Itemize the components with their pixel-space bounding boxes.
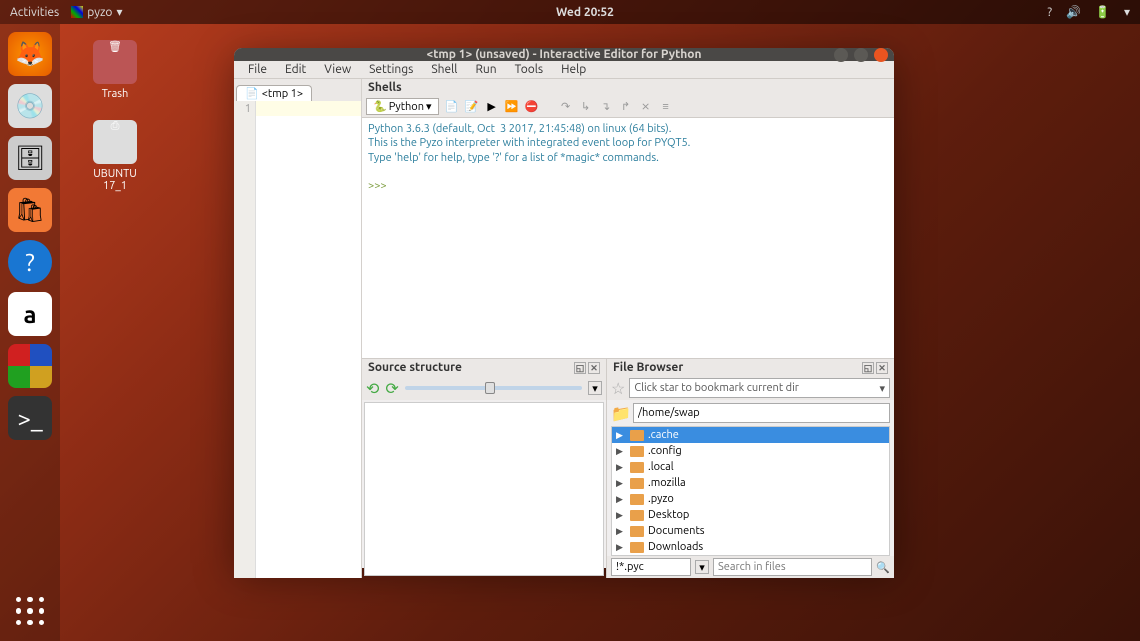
clock[interactable]: Wed 20:52 <box>556 6 614 19</box>
minimize-button[interactable] <box>834 48 848 62</box>
usb-desktop-icon[interactable]: ⎙ UBUNTU 17_1 <box>80 120 150 192</box>
file-item-desktop[interactable]: ▶Desktop <box>612 507 889 523</box>
system-menu-chevron[interactable]: ▾ <box>1124 5 1130 19</box>
bookmark-dropdown[interactable]: Click star to bookmark current dir ▾ <box>629 378 890 398</box>
disks-launcher[interactable]: 💿 <box>8 84 52 128</box>
filter-dropdown-icon[interactable]: ▾ <box>695 560 709 574</box>
file-icon: 📄 <box>245 87 259 100</box>
menu-help[interactable]: Help <box>553 61 594 78</box>
chevron-down-icon: ▾ <box>426 100 432 113</box>
menu-edit[interactable]: Edit <box>277 61 314 78</box>
file-item-mozilla[interactable]: ▶.mozilla <box>612 475 889 491</box>
trash-icon: 🗑 <box>93 40 137 84</box>
panel-detach-icon[interactable]: ◱ <box>862 362 874 374</box>
help-launcher[interactable]: ? <box>8 240 52 284</box>
editor-tab-tmp1[interactable]: 📄 <tmp 1> <box>236 85 312 101</box>
debug-into-icon[interactable]: ↴ <box>599 100 613 114</box>
files-launcher[interactable]: 🗄 <box>8 136 52 180</box>
structure-slider[interactable] <box>405 386 582 390</box>
file-item-local[interactable]: ▶.local <box>612 459 889 475</box>
show-apps-button[interactable] <box>10 591 50 631</box>
pyzo-window: <tmp 1> (unsaved) - Interactive Editor f… <box>234 48 894 568</box>
activities-button[interactable]: Activities <box>10 6 59 19</box>
menubar: File Edit View Settings Shell Run Tools … <box>234 61 894 79</box>
debug-pause-icon[interactable]: ≡ <box>659 100 673 114</box>
pyzo-launcher[interactable] <box>8 344 52 388</box>
debug-stop-icon[interactable]: ⨯ <box>639 100 653 114</box>
file-item-documents[interactable]: ▶Documents <box>612 523 889 539</box>
window-title: <tmp 1> (unsaved) - Interactive Editor f… <box>426 48 701 61</box>
run-icon[interactable]: ▶ <box>485 100 499 114</box>
shells-header: Shells <box>362 79 894 96</box>
shell-toolbar: 🐍 Python ▾ 📄 📝 ▶ ⏩ ⛔ ↷ ↳ ↴ ↱ ⨯ ≡ <box>362 96 894 118</box>
menu-tools[interactable]: Tools <box>507 61 552 78</box>
python-icon: 🐍 <box>373 100 387 113</box>
gnome-topbar: Activities pyzo ▾ Wed 20:52 ? 🔊 🔋 ▾ <box>0 0 1140 24</box>
panel-close-icon[interactable]: ✕ <box>876 362 888 374</box>
usb-icon: ⎙ <box>93 120 137 164</box>
right-pane: Shells 🐍 Python ▾ 📄 📝 ▶ ⏩ ⛔ ↷ ↳ ↴ ↱ ⨯ <box>362 79 894 578</box>
shell-prompt: >>> <box>368 180 387 192</box>
file-tree[interactable]: ▶.cache ▶.config ▶.local ▶.mozilla ▶.pyz… <box>611 426 890 556</box>
file-filter-input[interactable] <box>611 558 691 576</box>
pyzo-icon <box>71 6 83 18</box>
menu-shell[interactable]: Shell <box>423 61 465 78</box>
search-icon[interactable]: 🔍 <box>876 560 890 574</box>
file-browser-panel: File Browser ◱ ✕ ☆ Click star to bookmar… <box>607 359 894 578</box>
menu-view[interactable]: View <box>316 61 359 78</box>
nav-fwd-icon[interactable]: ⟳ <box>385 379 398 398</box>
terminal-launcher[interactable]: >_ <box>8 396 52 440</box>
new-script-icon[interactable]: 📝 <box>465 100 479 114</box>
filter-icon[interactable]: ▾ <box>588 381 602 395</box>
run-selection-icon[interactable]: ⏩ <box>505 100 519 114</box>
line-gutter: 1 <box>234 101 256 578</box>
folder-up-icon[interactable]: 📁 <box>611 404 631 423</box>
panel-close-icon[interactable]: ✕ <box>588 362 600 374</box>
file-search-input[interactable] <box>713 558 872 576</box>
debug-step-icon[interactable]: ↷ <box>559 100 573 114</box>
chevron-down-icon: ▾ <box>116 5 122 19</box>
maximize-button[interactable] <box>854 48 868 62</box>
file-item-downloads[interactable]: ▶Downloads <box>612 539 889 555</box>
source-structure-tree[interactable] <box>364 402 604 576</box>
volume-icon[interactable]: 🔊 <box>1066 5 1081 19</box>
file-item-config[interactable]: ▶.config <box>612 443 889 459</box>
chevron-down-icon: ▾ <box>879 382 885 395</box>
menu-run[interactable]: Run <box>467 61 504 78</box>
editor-pane: 📄 <tmp 1> 1 <box>234 79 362 578</box>
titlebar[interactable]: <tmp 1> (unsaved) - Interactive Editor f… <box>234 48 894 61</box>
firefox-launcher[interactable]: 🦊 <box>8 32 52 76</box>
app-menu[interactable]: pyzo ▾ <box>71 5 122 19</box>
nav-back-icon[interactable]: ⟲ <box>366 379 379 398</box>
shell-output[interactable]: Python 3.6.3 (default, Oct 3 2017, 21:45… <box>362 118 894 358</box>
menu-settings[interactable]: Settings <box>361 61 421 78</box>
file-item-cache[interactable]: ▶.cache <box>612 427 889 443</box>
editor-body[interactable]: 1 <box>234 101 361 578</box>
close-button[interactable] <box>874 48 888 62</box>
stop-icon[interactable]: ⛔ <box>525 100 539 114</box>
bookmark-star-icon[interactable]: ☆ <box>611 379 625 398</box>
help-icon[interactable]: ? <box>1047 6 1052 19</box>
file-item-pyzo[interactable]: ▶.pyzo <box>612 491 889 507</box>
source-structure-panel: Source structure ◱ ✕ ⟲ ⟳ ▾ <box>362 359 607 578</box>
panel-detach-icon[interactable]: ◱ <box>574 362 586 374</box>
editor-tabs: 📄 <tmp 1> <box>234 79 361 101</box>
software-launcher[interactable]: 🛍 <box>8 188 52 232</box>
debug-out-icon[interactable]: ↱ <box>619 100 633 114</box>
debug-over-icon[interactable]: ↳ <box>579 100 593 114</box>
launcher-dock: 🦊 💿 🗄 🛍 ? a >_ <box>0 24 60 641</box>
new-file-icon[interactable]: 📄 <box>445 100 459 114</box>
trash-desktop-icon[interactable]: 🗑 Trash <box>80 40 150 100</box>
battery-icon[interactable]: 🔋 <box>1095 5 1110 19</box>
shell-tab-python[interactable]: 🐍 Python ▾ <box>366 98 439 115</box>
amazon-launcher[interactable]: a <box>8 292 52 336</box>
menu-file[interactable]: File <box>240 61 275 78</box>
editor-current-line <box>256 101 361 116</box>
path-input[interactable] <box>633 403 890 423</box>
